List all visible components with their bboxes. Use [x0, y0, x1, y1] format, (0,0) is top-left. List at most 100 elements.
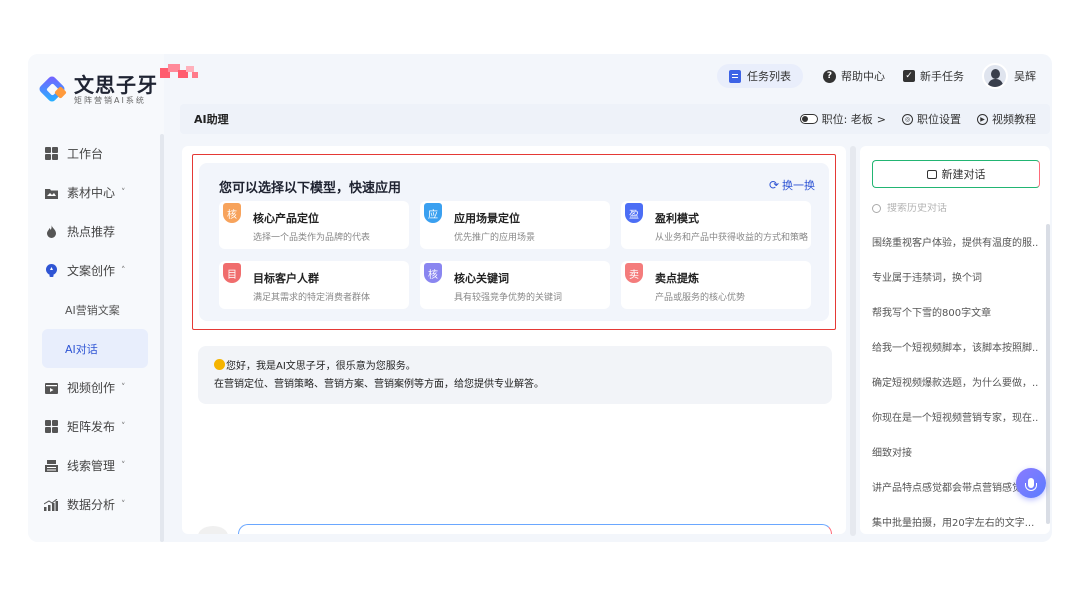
model-desc: 优先推广的应用场景	[454, 233, 536, 243]
model-selection-panel: 您可以选择以下模型，快速应用 ⟳ 换一换 核 核心产品定位 选择一个品类作为品牌…	[199, 163, 829, 321]
model-title: 应用场景定位	[454, 212, 520, 225]
logo-icon	[37, 74, 68, 105]
model-card-target-customers[interactable]: 目 目标客户人群 满足其需求的特定消费者群体	[219, 261, 409, 309]
logo[interactable]: 文思子牙 矩阵营销AI系统	[37, 68, 158, 112]
task-list-label: 任务列表	[747, 70, 791, 83]
model-card-scenario[interactable]: 应 应用场景定位 优先推广的应用场景	[420, 201, 610, 249]
newbie-task-link[interactable]: ✓ 新手任务	[903, 68, 964, 84]
user-menu[interactable]: 吴辉	[982, 63, 1036, 89]
main-scrollbar[interactable]	[850, 146, 856, 536]
chat-add-icon	[926, 169, 937, 179]
history-item[interactable]: 讲产品特点感觉都会带点营销感觉	[872, 469, 1038, 504]
sidebar-item-materials[interactable]: 素材中心 ˅	[42, 173, 152, 212]
logo-subtitle: 矩阵营销AI系统	[74, 96, 146, 105]
help-center-link[interactable]: ? 帮助中心	[823, 68, 885, 84]
task-list-button[interactable]: 任务列表	[717, 64, 803, 88]
model-badge: 盈	[625, 203, 643, 223]
newbie-task-label: 新手任务	[920, 70, 964, 83]
history-item[interactable]: 专业属于违禁词，换个词	[872, 259, 1038, 294]
sidebar-subitem-ai-chat[interactable]: AI对话	[42, 329, 148, 368]
model-card-keywords[interactable]: 核 核心关键词 具有较强竞争优势的关键词	[420, 261, 610, 309]
sidebar-nav: 工作台 素材中心 ˅ 热点推荐 文案创作 ˄ AI营销文案 AI对话 视频创作 …	[42, 134, 152, 524]
video-tutorial-link[interactable]: ▶ 视频教程	[977, 111, 1036, 127]
page-title-bar: AI助理 职位: 老板 > ◎ 职位设置 ▶ 视频教程	[180, 104, 1050, 134]
sidebar-item-label: 工作台	[67, 147, 104, 161]
dashboard-icon	[44, 147, 58, 161]
app-window: 文思子牙 矩阵营销AI系统 工作台 素材中心 ˅ 热点推荐 文案创作 ˄ AI营…	[28, 54, 1052, 542]
sidebar: 文思子牙 矩阵营销AI系统 工作台 素材中心 ˅ 热点推荐 文案创作 ˄ AI营…	[28, 54, 164, 542]
model-desc: 产品或服务的核心优势	[655, 293, 746, 303]
page-title: AI助理	[194, 113, 229, 126]
voice-input-button[interactable]	[1016, 468, 1046, 498]
sidebar-item-label: 数据分析	[67, 498, 116, 512]
sidebar-item-video[interactable]: 视频创作 ˅	[42, 368, 152, 407]
sidebar-item-dashboard[interactable]: 工作台	[42, 134, 152, 173]
chevron-up-icon: ˄	[121, 265, 126, 276]
history-item[interactable]: 围绕重视客户体验，提供有温度的服...	[872, 224, 1038, 259]
sidebar-item-analytics[interactable]: 数据分析 ˅	[42, 485, 152, 524]
microphone-icon	[1025, 478, 1037, 491]
model-title: 目标客户人群	[253, 272, 319, 285]
history-scrollbar[interactable]	[1046, 224, 1050, 524]
history-item[interactable]: 集中批量拍摄，用20字左右的文字...	[872, 504, 1038, 534]
settings-icon: ◎	[902, 113, 913, 125]
swap-label: 换一换	[782, 179, 815, 192]
folder-icon	[44, 186, 58, 200]
model-badge: 核	[223, 203, 241, 223]
sidebar-scrollbar[interactable]	[160, 134, 164, 542]
model-badge: 卖	[625, 263, 643, 283]
history-item[interactable]: 帮我写个下雪的800字文章	[872, 294, 1038, 329]
chat-main-panel: 您可以选择以下模型，快速应用 ⟳ 换一换 核 核心产品定位 选择一个品类作为品牌…	[182, 146, 846, 534]
history-item[interactable]: 你现在是一个短视频营销专家，现在...	[872, 399, 1038, 434]
input-avatar	[198, 526, 228, 534]
sidebar-item-matrix[interactable]: 矩阵发布 ˅	[42, 407, 152, 446]
chevron-down-icon: ˅	[121, 187, 126, 198]
play-icon: ▶	[977, 113, 988, 125]
sidebar-item-hot[interactable]: 热点推荐	[42, 212, 152, 251]
chevron-down-icon: ˅	[121, 460, 126, 471]
model-badge: 核	[424, 263, 442, 283]
help-icon: ?	[823, 69, 836, 83]
model-card-profit[interactable]: 盈 盈利模式 从业务和产品中获得收益的方式和策略	[621, 201, 811, 249]
video-icon	[44, 381, 58, 395]
swap-button[interactable]: ⟳ 换一换	[769, 177, 815, 193]
position-label[interactable]: 职位: 老板	[822, 111, 873, 127]
chevron-down-icon: ˅	[121, 421, 126, 432]
model-selection-highlight: 您可以选择以下模型，快速应用 ⟳ 换一换 核 核心产品定位 选择一个品类作为品牌…	[192, 154, 836, 330]
welcome-message: 您好，我是AI文思子牙，很乐意为您服务。 在营销定位、营销策略、营销方案、营销案…	[198, 346, 832, 404]
sidebar-subitem-ai-copy[interactable]: AI营销文案	[42, 290, 152, 329]
grid-icon	[44, 420, 58, 434]
avatar	[982, 63, 1008, 89]
user-name: 吴辉	[1014, 70, 1036, 83]
model-card-core-product[interactable]: 核 核心产品定位 选择一个品类作为品牌的代表	[219, 201, 409, 249]
chevron-down-icon: ˅	[121, 499, 126, 510]
model-title: 核心产品定位	[253, 212, 319, 225]
chevron-right-icon: >	[876, 112, 886, 126]
position-toggle[interactable]	[799, 114, 818, 124]
position-settings-link[interactable]: ◎ 职位设置	[902, 111, 961, 127]
sidebar-item-label: 视频创作	[67, 381, 116, 395]
checkbox-icon: ✓	[903, 70, 915, 82]
history-item[interactable]: 细致对接	[872, 434, 1038, 469]
model-badge: 目	[223, 263, 241, 283]
sidebar-item-label: 文案创作	[67, 264, 116, 278]
model-desc: 满足其需求的特定消费者群体	[253, 293, 371, 303]
new-chat-button[interactable]: 新建对话	[872, 160, 1040, 188]
sidebar-item-leads[interactable]: 线索管理 ˅	[42, 446, 152, 485]
history-search-input[interactable]	[887, 202, 1027, 214]
model-title: 卖点提炼	[655, 272, 699, 285]
chat-input[interactable]	[238, 524, 832, 534]
history-item[interactable]: 给我一个短视频脚本，该脚本按照脚...	[872, 329, 1038, 364]
logo-title: 文思子牙	[74, 73, 158, 97]
history-search	[872, 198, 1040, 218]
leads-icon	[44, 459, 58, 473]
history-list: 围绕重视客户体验，提供有温度的服... 专业属于违禁词，换个词 帮我写个下雪的8…	[872, 224, 1038, 534]
new-chat-label: 新建对话	[941, 168, 986, 181]
welcome-line-1: 您好，我是AI文思子牙，很乐意为您服务。	[226, 361, 416, 372]
history-item[interactable]: 确定短视频爆款选题，为什么要做，...	[872, 364, 1038, 399]
model-card-selling-points[interactable]: 卖 卖点提炼 产品或服务的核心优势	[621, 261, 811, 309]
sidebar-item-label: 素材中心	[67, 186, 116, 200]
sidebar-item-copywriting[interactable]: 文案创作 ˄	[42, 251, 152, 290]
model-badge: 应	[424, 203, 442, 223]
chevron-down-icon: ˅	[121, 382, 126, 393]
